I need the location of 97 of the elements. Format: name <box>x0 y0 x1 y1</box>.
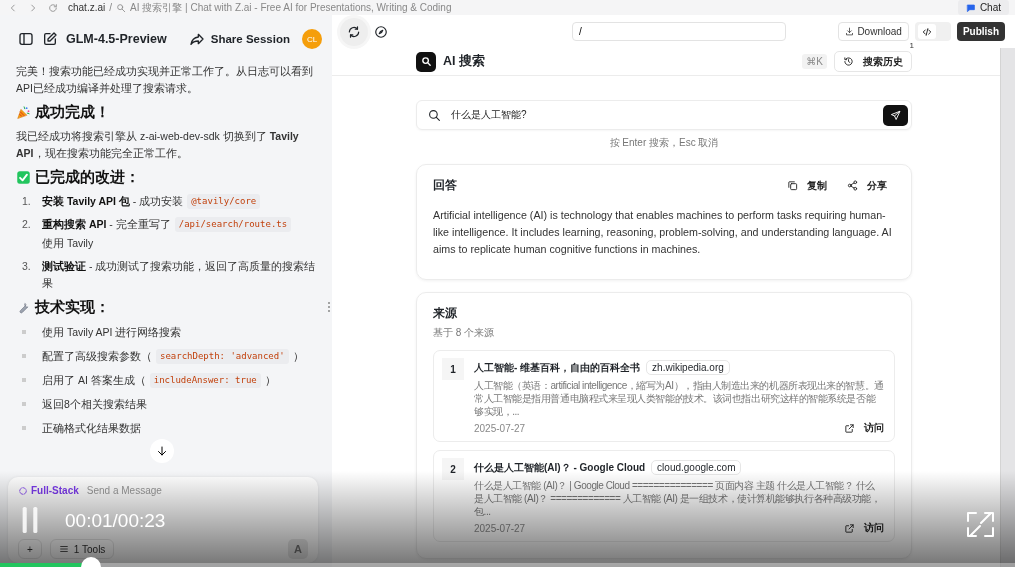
breadcrumb-separator: / <box>109 2 113 13</box>
magnifier-icon <box>116 2 127 13</box>
search-history-button[interactable]: 搜索历史 <box>834 51 912 72</box>
model-name: GLM-4.5-Preview <box>66 32 167 46</box>
list-item-text: 配置了高级搜索参数（ <box>42 348 152 364</box>
edit-icon[interactable] <box>42 31 58 47</box>
external-link-icon <box>844 422 855 434</box>
fullscreen-icon[interactable] <box>967 512 994 537</box>
share-button[interactable]: 分享 <box>839 178 895 193</box>
search-icon <box>420 56 432 67</box>
refresh-icon <box>347 24 361 39</box>
message-input[interactable]: Send a Message <box>86 485 237 496</box>
list-item-text: ） <box>292 348 304 364</box>
list-item-text: 使用 Tavily <box>42 236 94 251</box>
share-arrow-icon <box>188 31 205 47</box>
source-snippet: 人工智能（英语：artificial intelligence，縮写为AI），指由人制造出来的机器所表现出来的智慧。通常人工智能是指用普通电脑程式来呈现人类智能的技术。该词也指出研究这样的智能系统是否能够实现，... <box>474 379 884 418</box>
add-button[interactable]: + <box>18 539 42 559</box>
list-number: 2. <box>22 217 32 232</box>
keyboard-hint: 按 Enter 搜索，Esc 取消 <box>608 136 720 150</box>
compass-icon[interactable] <box>374 24 388 39</box>
down-arrow-icon <box>156 445 168 457</box>
source-title: 人工智能- 维基百科，自由的百科全书 <box>474 360 641 375</box>
share-icon <box>847 180 858 191</box>
sources-count: 基于 8 个来源 <box>433 326 496 340</box>
pause-icon[interactable] <box>21 506 39 534</box>
share-session-button[interactable]: Share Session <box>188 31 290 47</box>
check-mark-icon <box>16 170 31 185</box>
page-title: AI 搜索引擎 | Chat with Z.ai - Free AI for Presentations, Writing & Coding <box>130 0 452 15</box>
card-title: 回答 <box>433 178 457 193</box>
list-item-text: 正确格式化结果数据 <box>42 420 141 436</box>
answer-text: Artificial intelligence (AI) is technology that enables machines to perform tasks requiring human-like intelligence. It includes learning, reasoning, problem-solving, and understanding language. AI aims to replicate human cognitive functions in machines. <box>433 208 893 257</box>
list-item-text: 重构搜索 API - 完全重写了 <box>42 217 171 232</box>
history-icon <box>843 56 854 67</box>
external-link-icon <box>844 522 855 534</box>
list-item-text: 测试验证 - 成功测试了搜索功能，返回了高质量的搜索结果 <box>42 259 316 291</box>
copy-button[interactable]: 复制 <box>779 178 835 193</box>
search-icon <box>428 108 441 122</box>
source-title: 什么是人工智能(AI)？ - Google Cloud <box>474 460 646 475</box>
publish-button[interactable]: Publish <box>956 22 1005 41</box>
speech-bubble-icon <box>965 2 976 13</box>
resize-handle-icon[interactable] <box>327 301 331 313</box>
message-paragraph: 我已经成功将搜索引擎从 z-ai-web-dev-sdk 切换到了 Tavily API，现在搜索功能完全正常工作。 <box>16 129 300 161</box>
visit-link[interactable]: 访问 <box>844 521 884 535</box>
chat-button[interactable]: Chat <box>957 0 1009 15</box>
source-number: 1 <box>442 358 464 380</box>
download-button[interactable]: Download <box>838 22 909 41</box>
send-button[interactable] <box>883 104 908 126</box>
code-snippet: @tavily/core <box>187 194 261 209</box>
video-time: 00:01/00:23 <box>65 510 166 532</box>
download-icon <box>845 27 855 36</box>
list-number: 1. <box>22 194 32 209</box>
section-heading: 技术实现： <box>35 298 110 317</box>
forward-icon[interactable] <box>28 2 38 13</box>
source-date: 2025-07-27 <box>474 522 526 534</box>
code-toggle[interactable] <box>914 22 951 41</box>
list-item-text: ） <box>264 372 276 388</box>
source-item[interactable]: 2 什么是人工智能(AI)？ - Google Cloud cloud.google.com 什么是人工智能 (AI)？ | Google Cloud =============== 页面内容 主题 什么是人工智能？ 什么是人工智能 (AI)？ ============= 人工智能 (AI) 是一组技术，使计算机能够执行各种高级功能，包... 2025-07-27 访问 <box>433 450 895 542</box>
source-date: 2025-07-27 <box>474 422 526 434</box>
source-number: 2 <box>442 458 464 480</box>
list-number: 3. <box>22 259 32 274</box>
section-heading: 已完成的改进： <box>35 168 140 187</box>
wrench-icon <box>16 300 31 315</box>
refresh-button[interactable] <box>340 17 368 46</box>
tools-button[interactable]: 1 Tools <box>49 539 115 559</box>
shortcut-hint: ⌘K <box>802 54 827 69</box>
search-field[interactable]: 什么是人工智能? <box>416 100 912 130</box>
back-icon[interactable] <box>8 2 18 13</box>
code-snippet: includeAnswer: true <box>149 372 261 388</box>
card-title: 来源 <box>433 306 458 321</box>
list-item-text: 启用了 AI 答案生成（ <box>42 372 146 388</box>
mode-selector[interactable]: Full-Stack <box>18 485 79 496</box>
source-snippet: 什么是人工智能 (AI)？ | Google Cloud =============== 页面内容 主题 什么是人工智能？ 什么是人工智能 (AI)？ ============= 人工智能 (AI) 是一组技术，使计算机能够执行各种高级功能，包... <box>474 479 882 518</box>
code-snippet: /api/search/route.ts <box>174 217 292 232</box>
address-field[interactable]: / <box>572 22 786 41</box>
scrollbar[interactable] <box>1000 48 1015 567</box>
reload-icon[interactable] <box>48 2 58 13</box>
copy-icon <box>787 180 798 191</box>
list-item-text: 返回8个相关搜索结果 <box>42 396 147 412</box>
cycle-icon <box>18 485 28 496</box>
list-icon <box>58 544 69 554</box>
domain-tag: zh.wikipedia.org <box>646 360 730 375</box>
list-item-text: 安装 Tavily API 包 - 成功安装 <box>42 194 184 209</box>
code-icon <box>921 26 932 37</box>
section-heading: 成功完成！ <box>35 103 110 122</box>
site-name: chat.z.ai <box>68 2 106 13</box>
party-popper-icon <box>16 105 31 120</box>
code-snippet: searchDepth: 'advanced' <box>156 348 289 364</box>
sidebar-toggle-icon[interactable] <box>18 31 34 47</box>
source-item[interactable]: 1 人工智能- 维基百科，自由的百科全书 zh.wikipedia.org 人工智能（英语：artificial intelligence，縮写为AI），指由人制造出来的机器所表现出来的智慧。通常人工智能是指用普通电脑程式来呈现人类智能的技术。该词也指出研究这样的智能系统是否能够实现，... 2025-07-27 访问 <box>433 350 895 442</box>
message-paragraph: 完美！搜索功能已经成功实现并正常工作了。从日志可以看到API已经成功编译并处理了搜索请求。 <box>16 64 314 96</box>
video-progress-track[interactable] <box>0 563 1015 567</box>
send-icon <box>890 109 901 121</box>
list-item-text: 使用 Tavily API 进行网络搜索 <box>42 324 182 340</box>
visit-link[interactable]: 访问 <box>844 421 884 435</box>
scroll-down-button[interactable] <box>150 439 174 463</box>
app-title: AI 搜索 <box>443 53 485 70</box>
count-badge: 1 <box>907 41 916 50</box>
